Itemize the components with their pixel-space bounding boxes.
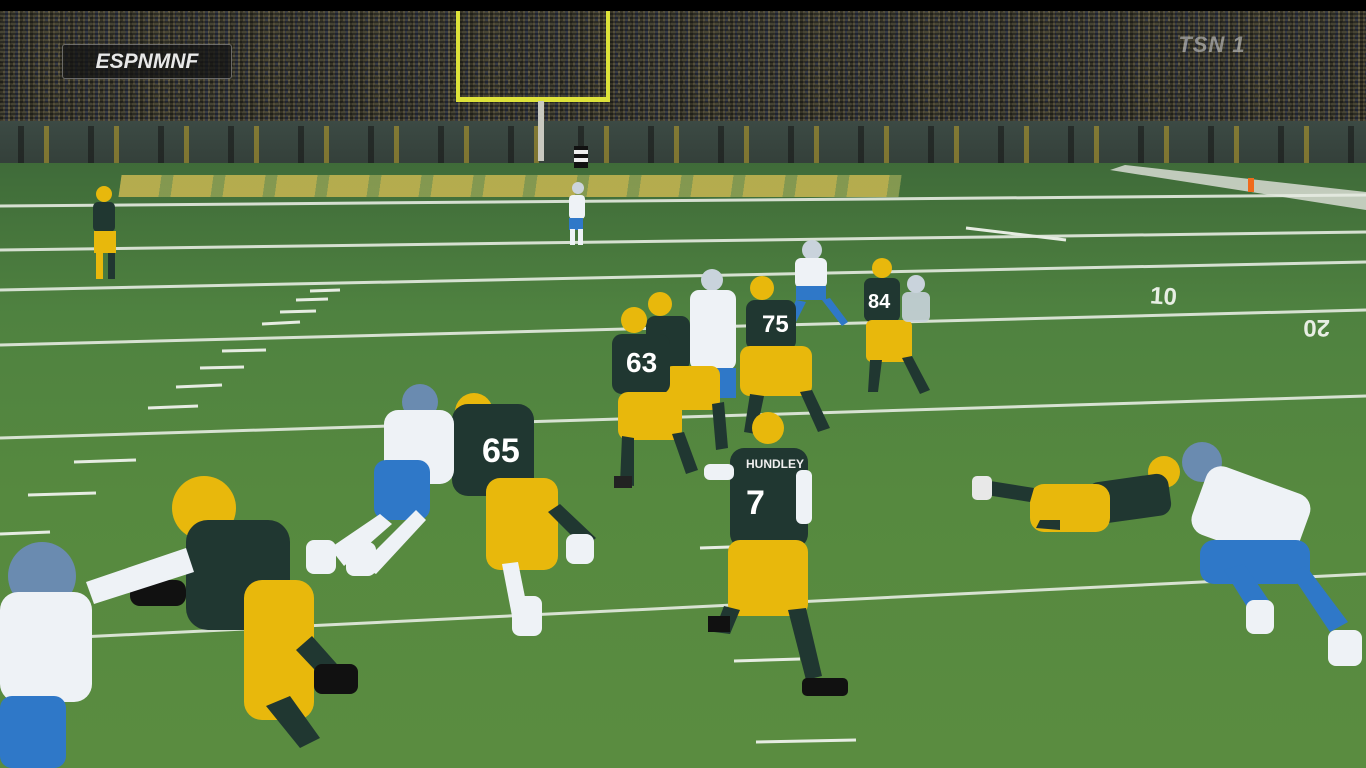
pylon bbox=[1248, 178, 1254, 192]
lions-rusher-top bbox=[788, 240, 848, 326]
tsn-watermark: TSN 1 bbox=[1178, 32, 1246, 57]
lions-defensive-lineman bbox=[306, 384, 454, 576]
guard-jersey-number: 65 bbox=[482, 432, 520, 470]
yard-number-upper: 10 bbox=[1149, 282, 1178, 311]
packers-guard: 65 bbox=[452, 393, 596, 636]
tackle-jersey-number: 75 bbox=[762, 311, 789, 338]
yard-number-lower: 20 bbox=[1303, 314, 1330, 341]
football-broadcast-frame: 10 20 84 75 63 HUNDLEY 7 65 ESPNMNF TSN … bbox=[0, 0, 1366, 768]
espn-mnf-logo: ESPNMNF bbox=[62, 44, 232, 79]
lions-edge-rusher bbox=[1182, 442, 1362, 666]
receiver-jersey-number: 84 bbox=[868, 291, 891, 313]
packers-player-far-left bbox=[93, 186, 116, 279]
packers-quarterback: HUNDLEY 7 bbox=[704, 412, 848, 696]
referee-back bbox=[574, 146, 588, 168]
field-markings-and-players: 10 20 84 75 63 HUNDLEY 7 65 bbox=[0, 11, 1366, 768]
packers-lineman-foreground bbox=[130, 476, 358, 748]
quarterback-nameplate: HUNDLEY bbox=[746, 457, 804, 471]
lions-defender-right bbox=[902, 275, 930, 322]
packers-lineman-on-ground bbox=[972, 456, 1180, 532]
center-jersey-number: 63 bbox=[626, 347, 657, 378]
sideline-border bbox=[1110, 165, 1366, 210]
lions-kick-returner bbox=[569, 182, 585, 245]
lions-defender-foreground bbox=[0, 542, 194, 768]
quarterback-jersey-number: 7 bbox=[746, 484, 765, 522]
goalpost bbox=[456, 11, 610, 161]
